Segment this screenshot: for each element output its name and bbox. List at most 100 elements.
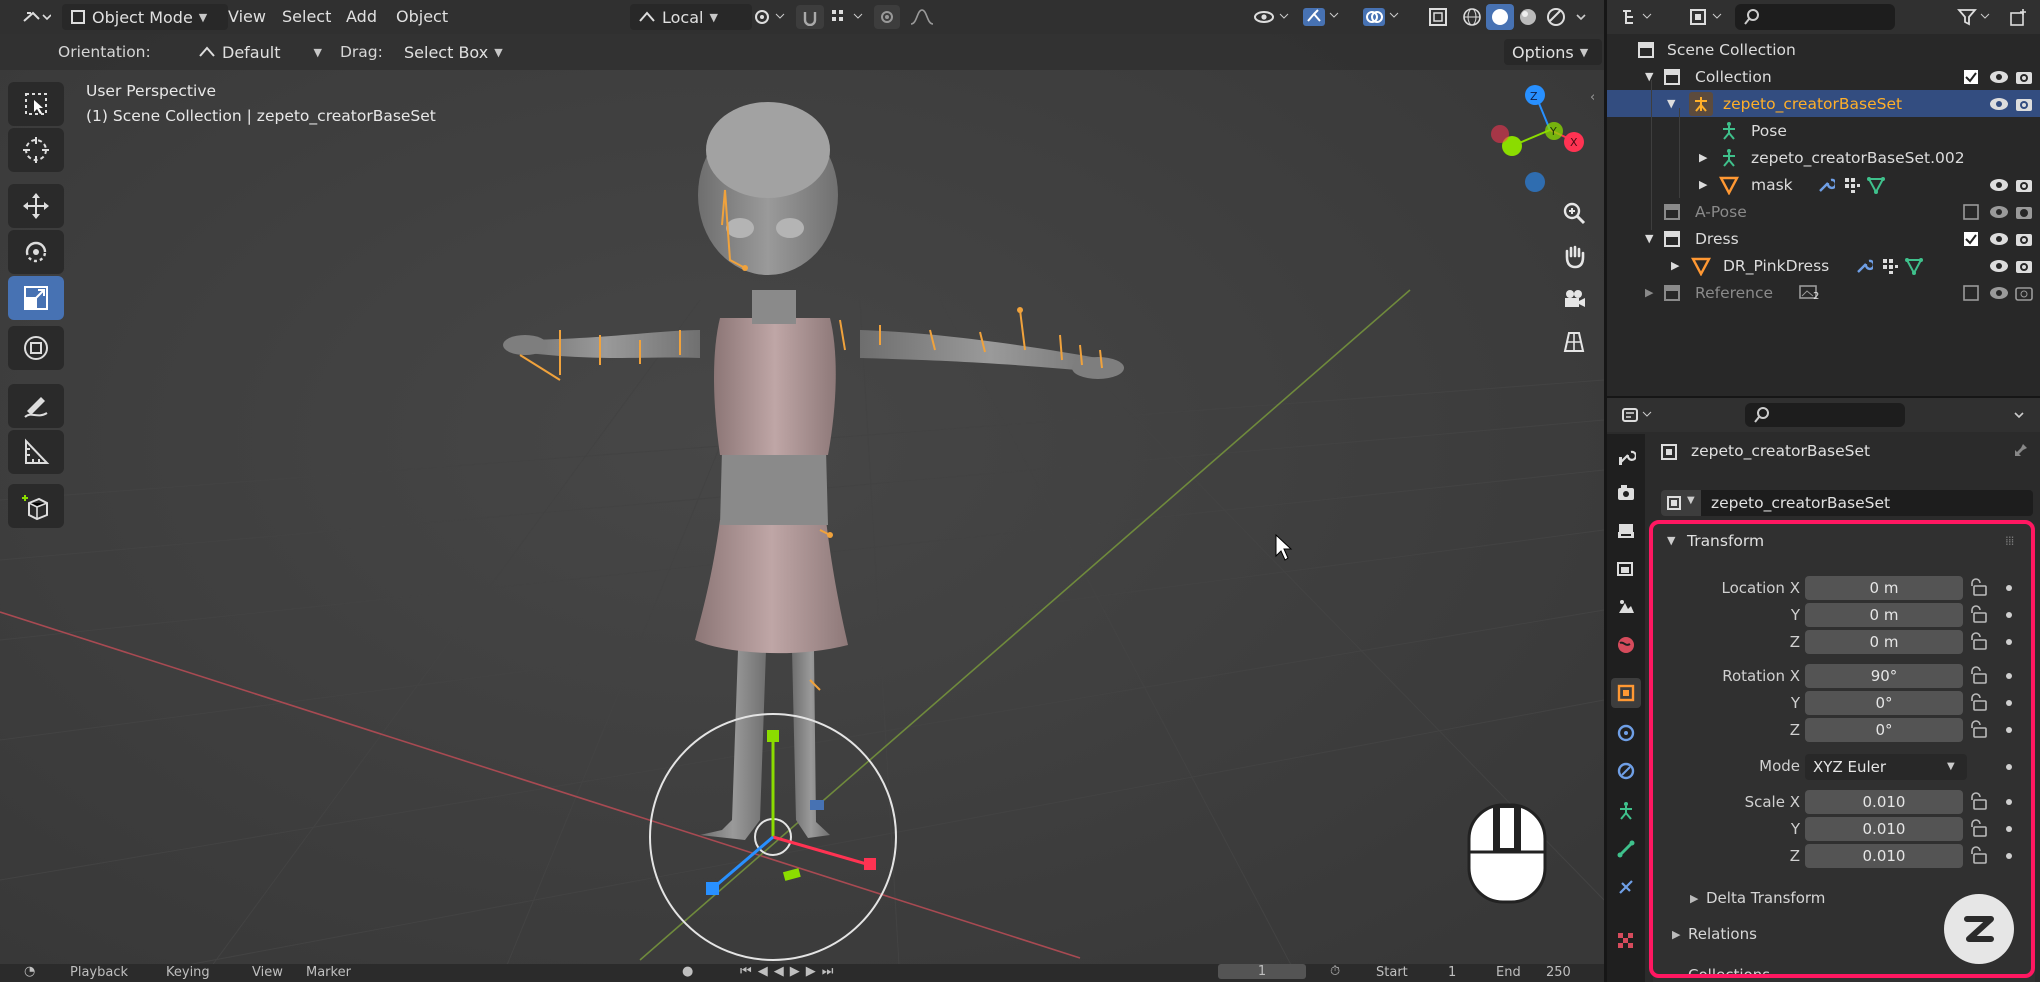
transform-orientation-dropdown[interactable]: Local ▼: [630, 4, 752, 30]
material-shading-icon[interactable]: [1514, 4, 1542, 30]
pivot-point-icon[interactable]: [750, 5, 790, 29]
menu-object[interactable]: Object: [396, 7, 448, 26]
gizmo-toggle-icon[interactable]: [1300, 4, 1344, 30]
current-frame-field[interactable]: 1: [1218, 964, 1306, 979]
orthographic-grid-icon[interactable]: [1554, 322, 1594, 362]
filter-icon[interactable]: [1955, 5, 1995, 29]
properties-search-input[interactable]: [1745, 403, 1905, 427]
outliner-row-collection[interactable]: ▼ Collection: [1607, 63, 2040, 90]
sidebar-toggle-icon[interactable]: ‹: [1590, 90, 1595, 105]
expand-down-icon[interactable]: ▼: [1645, 70, 1653, 83]
orientation-dropdown[interactable]: Default ▼: [190, 39, 330, 65]
editor-type-icon[interactable]: [18, 4, 54, 30]
texture-tab-icon[interactable]: [1611, 926, 1641, 956]
menu-marker[interactable]: Marker: [306, 965, 351, 980]
menu-timeline-view[interactable]: View: [252, 965, 283, 980]
menu-playback[interactable]: Playback: [70, 965, 128, 980]
eye-icon[interactable]: [1989, 232, 2009, 246]
shading-options-icon[interactable]: [1570, 4, 1592, 30]
overlays-icon[interactable]: [1360, 4, 1404, 30]
camera-view-icon[interactable]: [1554, 279, 1594, 319]
eye-icon[interactable]: [1989, 259, 2009, 273]
mode-dropdown[interactable]: Object Mode ▼: [62, 4, 228, 30]
expand-right-icon[interactable]: ▶: [1645, 286, 1653, 299]
tool-tab-icon[interactable]: [1611, 442, 1641, 472]
constraints-tab-icon[interactable]: [1611, 872, 1641, 902]
record-icon[interactable]: ●: [682, 964, 693, 979]
modifiers-tab-icon[interactable]: [1611, 718, 1641, 748]
bone-tab-icon[interactable]: [1611, 834, 1641, 864]
checkbox-unchecked-icon[interactable]: [1963, 203, 1979, 220]
eye-icon[interactable]: [1989, 205, 2009, 219]
expand-down-icon[interactable]: ▼: [1667, 97, 1675, 110]
new-collection-icon[interactable]: [2007, 5, 2031, 29]
checkbox-unchecked-icon[interactable]: [1963, 284, 1979, 301]
eye-icon[interactable]: [1989, 70, 2009, 84]
camera-render-icon[interactable]: [2015, 231, 2033, 247]
menu-select[interactable]: Select: [282, 7, 331, 26]
pan-hand-icon[interactable]: [1554, 236, 1594, 276]
timeline-editor-icon[interactable]: ◔: [24, 964, 35, 979]
transform-tool[interactable]: [8, 326, 64, 370]
proportional-edit-icon[interactable]: [874, 5, 900, 29]
select-box-tool[interactable]: [8, 82, 64, 126]
world-tab-icon[interactable]: [1611, 630, 1641, 660]
physics-tab-icon[interactable]: [1611, 756, 1641, 786]
menu-view[interactable]: View: [228, 7, 266, 26]
expand-right-icon[interactable]: ▶: [1671, 259, 1679, 272]
outliner-row-pose[interactable]: Pose: [1607, 117, 2040, 144]
xray-icon[interactable]: [1424, 4, 1452, 30]
solid-shading-icon[interactable]: [1486, 4, 1514, 30]
zoom-icon[interactable]: [1554, 193, 1594, 233]
object-browse-dropdown[interactable]: ▼: [1661, 490, 1701, 516]
outliner-row-dr-pinkdress[interactable]: ▶ DR_PinkDress: [1607, 252, 2040, 279]
drag-dropdown[interactable]: Select Box ▼: [396, 39, 512, 65]
eye-icon[interactable]: [1989, 286, 2009, 300]
camera-render-icon[interactable]: [2015, 204, 2033, 220]
visibility-icon[interactable]: [1250, 4, 1294, 30]
end-value[interactable]: 250: [1546, 965, 1571, 980]
expand-down-icon[interactable]: ▼: [1645, 232, 1653, 245]
camera-render-icon[interactable]: [2015, 258, 2033, 274]
object-data-armature-tab-icon[interactable]: [1611, 796, 1641, 826]
wireframe-shading-icon[interactable]: [1458, 4, 1486, 30]
outliner-row-mask[interactable]: ▶ mask: [1607, 171, 2040, 198]
outliner-row-dress[interactable]: ▼ Dress: [1607, 225, 2040, 252]
camera-render-icon[interactable]: [2015, 96, 2033, 112]
scene-tab-icon[interactable]: [1611, 592, 1641, 622]
eye-icon[interactable]: [1989, 178, 2009, 192]
options-dropdown[interactable]: Options ▼: [1504, 39, 1602, 65]
annotate-tool[interactable]: [8, 384, 64, 428]
display-mode-icon[interactable]: [1687, 5, 1727, 29]
outliner-editor-icon[interactable]: [1619, 5, 1655, 29]
outliner-row-armature-data[interactable]: ▶ zepeto_creatorBaseSet.002: [1607, 144, 2040, 171]
viewport-scene[interactable]: Z Y X: [0, 0, 1604, 982]
render-tab-icon[interactable]: [1611, 478, 1641, 508]
menu-keying[interactable]: Keying: [166, 965, 210, 980]
chevron-down-icon[interactable]: [2011, 407, 2027, 423]
view-layer-tab-icon[interactable]: [1611, 554, 1641, 584]
expand-right-icon[interactable]: ▶: [1699, 178, 1707, 191]
snap-icon[interactable]: [796, 5, 824, 29]
clock-icon[interactable]: ⏱: [1330, 964, 1340, 979]
rotate-tool[interactable]: [8, 230, 64, 274]
menu-add[interactable]: Add: [346, 7, 377, 26]
rendered-shading-icon[interactable]: [1542, 4, 1570, 30]
cursor-tool[interactable]: [8, 128, 64, 172]
camera-render-icon[interactable]: [2015, 177, 2033, 193]
properties-editor-icon[interactable]: [1619, 403, 1655, 427]
snap-target-icon[interactable]: [828, 5, 872, 29]
3d-viewport[interactable]: Z Y X Object Mode ▼ View Select Add Obje…: [0, 0, 1604, 982]
checkbox-checked-icon[interactable]: [1963, 69, 1979, 85]
object-tab-icon[interactable]: [1611, 678, 1641, 708]
expand-right-icon[interactable]: ▶: [1699, 151, 1707, 164]
outliner-row-a-pose[interactable]: A-Pose: [1607, 198, 2040, 225]
add-cube-tool[interactable]: [8, 484, 64, 528]
outliner-row-zepeto-armature[interactable]: ▼ zepeto_creatorBaseSet: [1607, 90, 2040, 117]
outliner-row-scene-collection[interactable]: Scene Collection: [1607, 36, 2040, 63]
output-tab-icon[interactable]: [1611, 516, 1641, 546]
outliner-row-reference[interactable]: ▶ Reference 2: [1607, 279, 2040, 306]
start-value[interactable]: 1: [1448, 965, 1456, 980]
camera-render-icon[interactable]: [2015, 69, 2033, 85]
eye-icon[interactable]: [1989, 97, 2009, 111]
